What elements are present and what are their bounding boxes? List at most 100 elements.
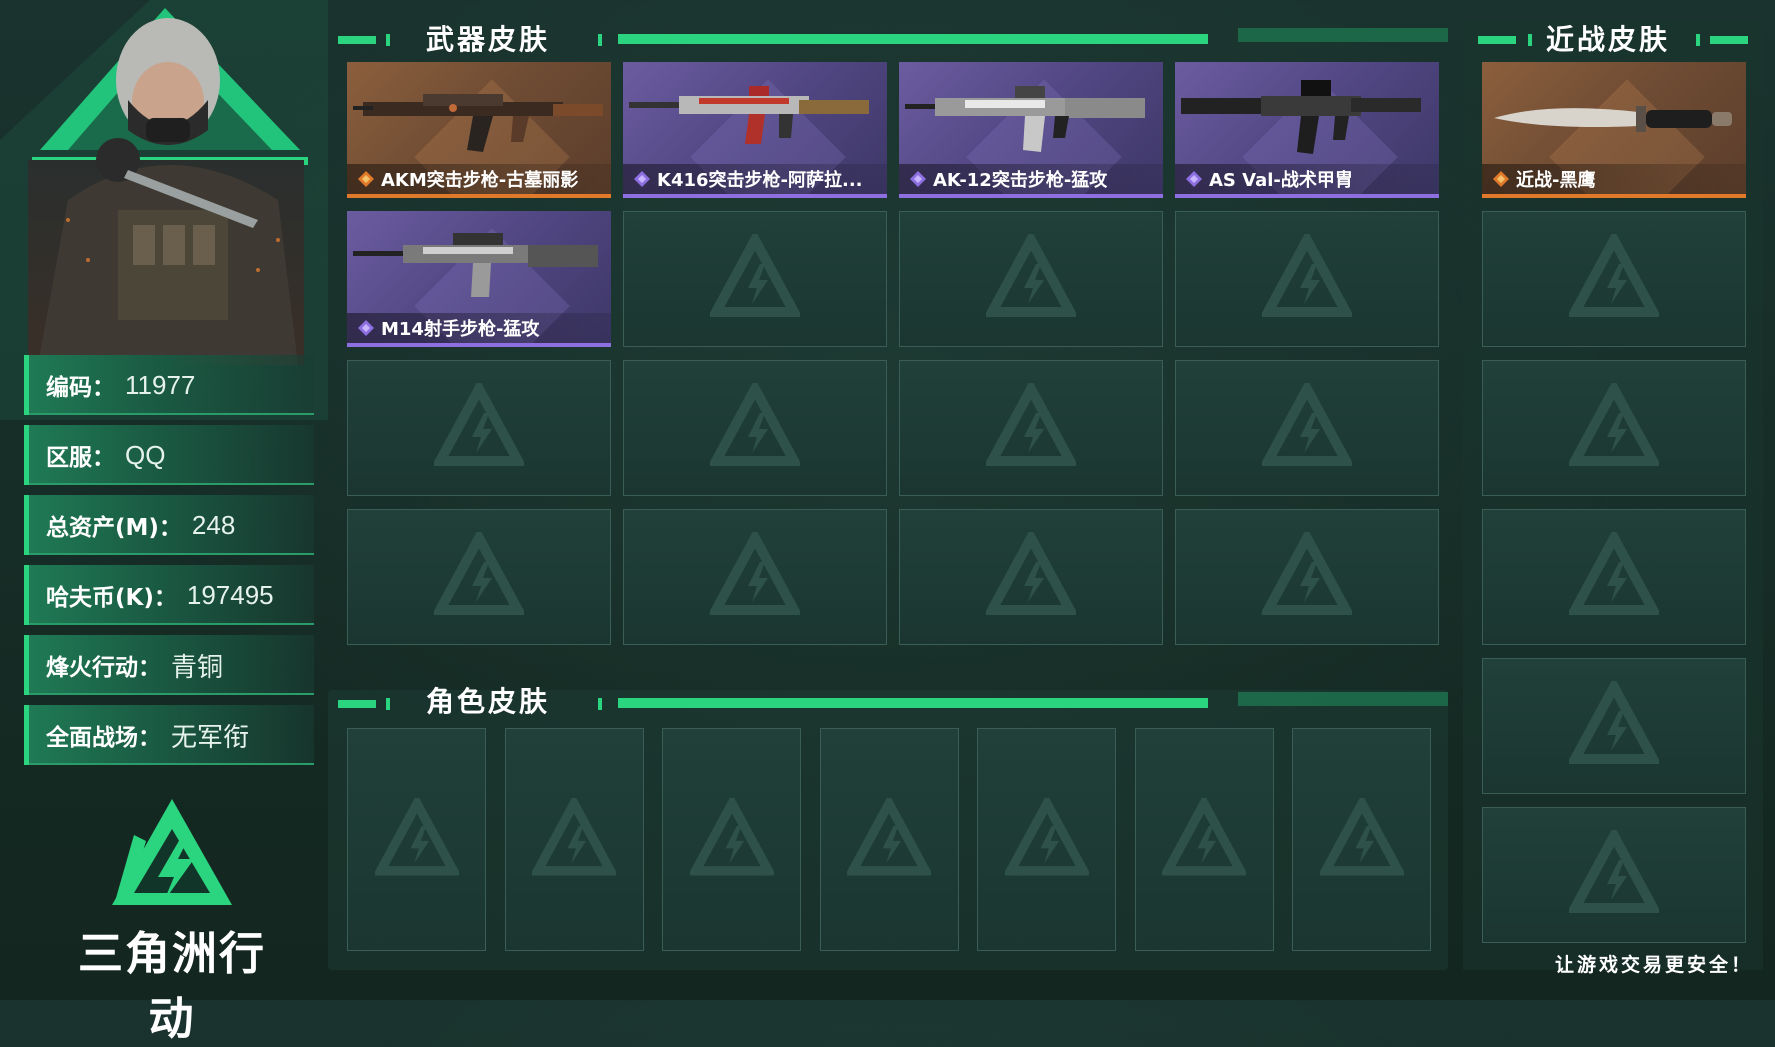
empty-melee-slot[interactable]: [1482, 360, 1746, 496]
empty-melee-slot[interactable]: [1482, 658, 1746, 794]
skin-name-label: AKM突击步枪-古墓丽影: [347, 164, 611, 194]
empty-slot-logo-icon: [1569, 681, 1659, 764]
tagline: 让游戏交易更安全！: [1554, 954, 1753, 976]
empty-weapon-slot[interactable]: [1175, 509, 1439, 645]
character-section-title: 角色皮肤: [426, 685, 551, 718]
haf-coin-value: 197495: [186, 579, 274, 610]
empty-character-slot[interactable]: [662, 728, 801, 951]
purple-rarity-icon: [358, 320, 374, 336]
code-value: 11977: [125, 369, 196, 400]
gold-rarity-icon: [1493, 171, 1509, 187]
empty-slot-logo-icon: [374, 797, 459, 875]
colon: ：: [153, 585, 177, 611]
empty-weapon-slot[interactable]: [347, 509, 611, 645]
header-bar-left: [338, 700, 376, 708]
empty-slot-logo-icon: [1569, 532, 1659, 615]
warfare-rank-value: 无军衔: [171, 721, 250, 752]
empty-melee-slot[interactable]: [1482, 807, 1746, 943]
haf-coin-label: 哈夫币(K): [46, 585, 154, 611]
header-tick: [598, 34, 602, 46]
total-assets-value: 248: [191, 509, 236, 540]
profile-row-haf-coin: 哈夫币(K)： 197495: [24, 565, 314, 625]
header-tick: [386, 34, 390, 46]
empty-weapon-slot[interactable]: [899, 211, 1163, 347]
profile-row-operations-rank: 烽火行动： 青铜: [24, 635, 314, 695]
k416-rifle-icon: [629, 86, 869, 144]
total-assets-label: 总资产(M): [46, 515, 159, 541]
empty-weapon-slot[interactable]: [623, 211, 887, 347]
skin-name-text: M14射手步枪-猛攻: [381, 319, 540, 340]
code-label: 编码: [46, 375, 92, 401]
header-bar-right: [618, 34, 1208, 44]
empty-slot-logo-icon: [532, 797, 616, 875]
weapon-skin-card-ak12[interactable]: AK-12突击步枪-猛攻: [899, 62, 1163, 198]
weapon-skin-card-akm[interactable]: AKM突击步枪-古墓丽影: [347, 62, 611, 198]
empty-weapon-slot[interactable]: [899, 509, 1163, 645]
empty-character-slot[interactable]: [504, 728, 644, 951]
akm-rifle-icon: [353, 94, 603, 152]
purple-rarity-icon: [910, 171, 926, 187]
skin-name-label: AS Val-战术甲胄: [1175, 164, 1439, 194]
empty-melee-slot[interactable]: [1482, 211, 1746, 347]
operations-rank-label: 烽火行动: [46, 655, 138, 681]
header-tick: [1528, 34, 1532, 46]
empty-slot-logo-icon: [847, 797, 931, 875]
melee-skin-card-black-hawk[interactable]: 近战-黑鹰: [1482, 62, 1746, 198]
purple-rarity-icon: [634, 171, 650, 187]
skin-name-text: AK-12突击步枪-猛攻: [933, 170, 1108, 191]
profile-sidebar: 编码： 11977 区服： QQ 总资产(M)： 248 哈夫币(K)： 197495 …: [0, 0, 328, 1045]
header-stripe: [1238, 28, 1448, 42]
gold-rarity-icon: [358, 171, 374, 187]
header-tick: [1696, 34, 1700, 46]
header-tick: [598, 698, 602, 710]
header-bar-right: [618, 698, 1208, 708]
melee-section-title: 近战皮肤: [1546, 23, 1671, 56]
empty-weapon-slot[interactable]: [623, 509, 887, 645]
skin-name-text: 近战-黑鹰: [1516, 170, 1596, 191]
server-label: 区服: [46, 445, 92, 471]
skin-name-text: AKM突击步枪-古墓丽影: [381, 170, 579, 191]
empty-slot-logo-icon: [1262, 532, 1352, 615]
colon: ：: [138, 655, 161, 681]
empty-slot-logo-icon: [986, 383, 1076, 466]
empty-weapon-slot[interactable]: [347, 360, 611, 496]
weapon-section-header: 武器皮肤: [338, 18, 1448, 58]
colon: ：: [158, 515, 182, 541]
empty-weapon-slot[interactable]: [1175, 211, 1439, 347]
weapon-section-title: 武器皮肤: [426, 23, 551, 56]
empty-character-slot[interactable]: [977, 728, 1116, 951]
empty-slot-logo-icon: [434, 532, 524, 615]
weapon-skin-card-k416[interactable]: K416突击步枪-阿萨拉...: [623, 62, 887, 198]
header-bar-left: [338, 36, 376, 44]
as-val-rifle-icon: [1181, 80, 1421, 154]
empty-weapon-slot[interactable]: [899, 360, 1163, 496]
profile-row-total-assets: 总资产(M)： 248: [24, 495, 314, 555]
weapon-skin-card-asval[interactable]: AS Val-战术甲胄: [1175, 62, 1439, 198]
operator-portrait: [28, 18, 304, 365]
empty-character-slot[interactable]: [347, 728, 486, 951]
empty-character-slot[interactable]: [1134, 728, 1274, 951]
empty-slot-logo-icon: [1004, 797, 1089, 875]
empty-weapon-slot[interactable]: [1175, 360, 1439, 496]
empty-slot-logo-icon: [1262, 383, 1352, 466]
weapon-skin-card-m14[interactable]: M14射手步枪-猛攻: [347, 211, 611, 347]
empty-slot-logo-icon: [1162, 797, 1246, 875]
header-tick: [386, 698, 390, 710]
combat-knife-icon: [1494, 106, 1732, 132]
profile-row-code: 编码： 11977: [24, 355, 314, 415]
skin-name-label: AK-12突击步枪-猛攻: [899, 164, 1163, 194]
profile-row-server: 区服： QQ: [24, 425, 314, 485]
empty-slot-logo-icon: [710, 383, 800, 466]
character-section-header: 角色皮肤: [338, 680, 1448, 720]
empty-slot-logo-icon: [689, 797, 774, 875]
empty-weapon-slot[interactable]: [623, 360, 887, 496]
empty-character-slot[interactable]: [819, 728, 959, 951]
header-stripe: [1238, 692, 1448, 706]
empty-slot-logo-icon: [1569, 234, 1659, 317]
game-logo: 三角洲行动: [62, 795, 282, 1045]
empty-melee-slot[interactable]: [1482, 509, 1746, 645]
empty-slot-logo-icon: [710, 532, 800, 615]
empty-character-slot[interactable]: [1292, 728, 1431, 951]
empty-slot-logo-icon: [986, 532, 1076, 615]
colon: ：: [92, 445, 115, 471]
